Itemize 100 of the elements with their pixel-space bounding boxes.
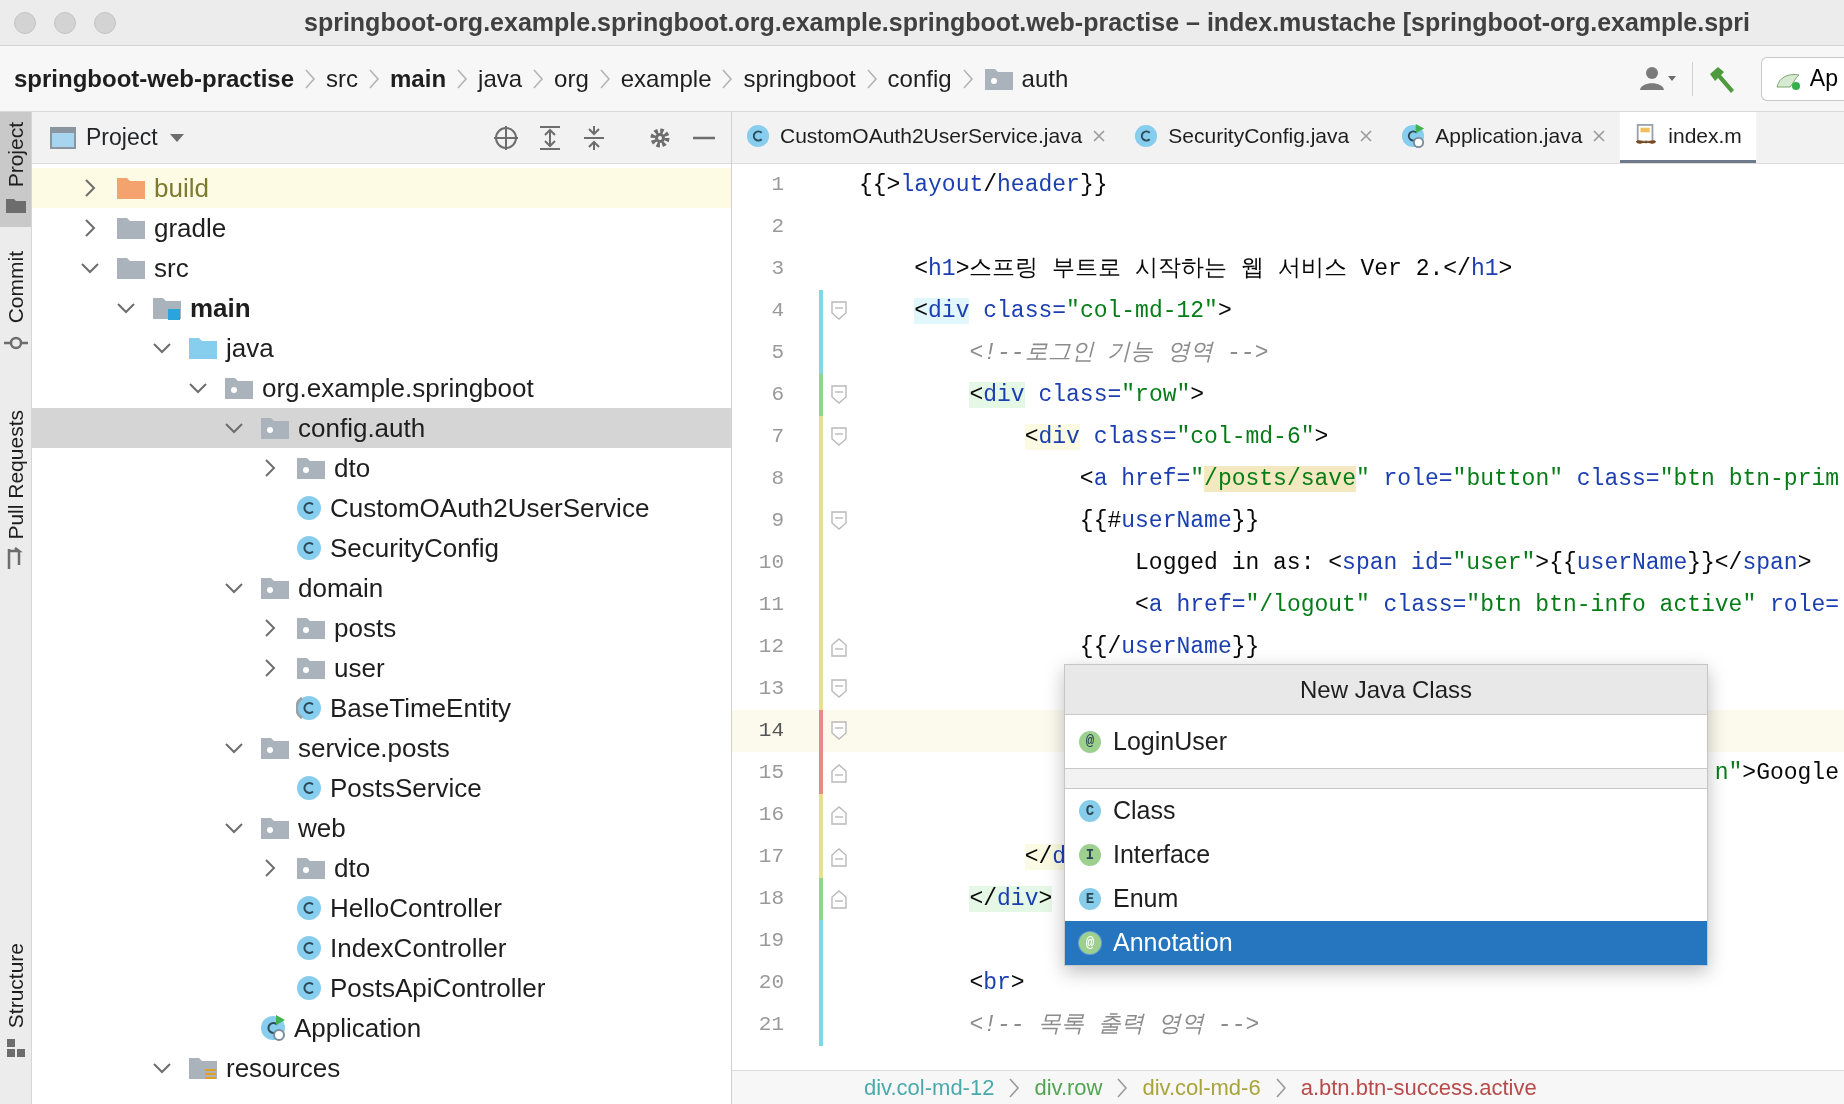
code-line: {{>layout/header}} [859, 170, 1108, 200]
class-icon [1134, 124, 1159, 148]
chevron-icon [598, 67, 611, 90]
popup-option[interactable]: I Interface [1065, 833, 1707, 877]
folder-icon [116, 255, 146, 281]
tree-item[interactable]: SecurityConfig [32, 528, 731, 568]
window-icon [50, 126, 76, 149]
tool-window-tab[interactable]: Structure [0, 932, 31, 1068]
chevron-icon [961, 67, 974, 90]
breadcrumb-item[interactable]: example [620, 60, 712, 97]
editor-tab[interactable]: CustomOAuth2UserService.java [732, 112, 1121, 163]
tree-item[interactable]: dto [32, 848, 731, 888]
kind-icon: @ [1079, 932, 1101, 954]
chevron-icon [368, 67, 381, 90]
tree-item[interactable]: PostsApiController [32, 968, 731, 1008]
run-config-button[interactable]: Ap [1760, 56, 1844, 101]
chevron-icon [865, 67, 878, 90]
folder-icon [188, 1055, 218, 1081]
line-number: 19 [757, 928, 784, 955]
editor-tab[interactable]: index.m [1620, 112, 1756, 163]
line-number: 7 [770, 424, 784, 451]
close-icon[interactable] [1092, 129, 1107, 143]
tree-item[interactable]: resources [32, 1048, 731, 1088]
breadcrumb-item[interactable]: auth [1021, 60, 1069, 97]
line-number: 11 [757, 592, 784, 619]
package-icon [260, 415, 290, 441]
tree-item[interactable]: CustomOAuth2UserService [32, 488, 731, 528]
breadcrumb-item[interactable]: java [478, 60, 523, 97]
code-line: <h1>스프링 부트로 시작하는 웹 서비스 Ver 2.</h1> [914, 254, 1513, 284]
code-line: {{/userName}} [1079, 632, 1260, 662]
expand-all-icon[interactable] [537, 124, 563, 151]
path-item[interactable]: a.btn.btn-success.active [1300, 1071, 1537, 1104]
class-name-input[interactable]: LoginUser [1113, 722, 1693, 761]
code-line: Logged in as: <span id="user">{{userName}}</span> [1135, 548, 1812, 578]
line-number: 9 [770, 508, 784, 535]
chevron-icon [1116, 1076, 1129, 1099]
tree-item[interactable]: HelloController [32, 888, 731, 928]
tree-item[interactable]: BaseTimeEntity [32, 688, 731, 728]
line-number: 17 [757, 844, 784, 871]
line-number: 18 [757, 886, 784, 913]
package-icon [296, 855, 326, 881]
tool-window-tab[interactable]: Commit [0, 241, 31, 364]
code-line: {{#userName}} [1079, 506, 1260, 536]
chevron-icon [304, 67, 317, 90]
locate-icon[interactable] [493, 124, 519, 151]
folder-icon [116, 215, 146, 241]
tree-item[interactable]: IndexController [32, 928, 731, 968]
view-selector[interactable]: Project [50, 120, 186, 155]
chevron-icon [721, 67, 734, 90]
code-line: <a href="/posts/save" role="button" class="btn btn-prim [1079, 464, 1840, 494]
chevron-icon [532, 67, 545, 90]
editor-tab[interactable]: Application.java [1387, 112, 1621, 163]
popup-option[interactable]: E Enum [1065, 877, 1707, 921]
close-icon[interactable] [1592, 129, 1607, 143]
tree-item[interactable]: config.auth [32, 408, 731, 448]
breadcrumb-item[interactable]: springboot-web-practise [14, 60, 295, 97]
tree-item[interactable]: main [32, 288, 731, 328]
package-icon [224, 375, 254, 401]
line-number: 10 [757, 550, 784, 577]
tree-item[interactable]: dto [32, 448, 731, 488]
tree-item[interactable]: gradle [32, 208, 731, 248]
line-number: 15 [757, 760, 784, 787]
line-number: 4 [770, 298, 784, 325]
editor-tab[interactable]: SecurityConfig.java [1120, 112, 1388, 163]
popup-option[interactable]: @ Annotation [1065, 921, 1707, 965]
tree-item[interactable]: Application [32, 1008, 731, 1048]
tree-item[interactable]: java [32, 328, 731, 368]
tree-item[interactable]: org.example.springboot [32, 368, 731, 408]
breadcrumb-item[interactable]: org [554, 60, 589, 97]
annotation-icon: @ [1079, 730, 1101, 753]
tree-item[interactable]: posts [32, 608, 731, 648]
tree-item[interactable]: build [32, 168, 731, 208]
breadcrumb-item[interactable]: src [326, 60, 359, 97]
tool-window-tab[interactable]: Project [0, 112, 31, 228]
package-icon [260, 815, 290, 841]
breadcrumb-item[interactable]: config [887, 60, 952, 97]
close-icon[interactable] [1359, 129, 1374, 143]
popup-option[interactable]: C Class [1065, 789, 1707, 833]
code-line: <div class="row"> [969, 380, 1205, 410]
tree-item[interactable]: domain [32, 568, 731, 608]
line-number: 1 [770, 172, 784, 199]
breadcrumb-item[interactable]: main [390, 60, 447, 97]
line-number: 8 [770, 466, 784, 493]
tree-item[interactable]: src [32, 248, 731, 288]
code-line: <br> [969, 968, 1025, 998]
folder-icon [116, 175, 146, 201]
line-number: 2 [770, 214, 784, 241]
collapse-all-icon[interactable] [581, 124, 607, 151]
class-icon [296, 535, 322, 561]
tree-item[interactable]: PostsService [32, 768, 731, 808]
chevron-icon [1274, 1076, 1287, 1099]
line-number: 5 [770, 340, 784, 367]
class-icon [746, 124, 770, 148]
code-line: <!-- 목록 출력 영역 --> [969, 1010, 1260, 1040]
breadcrumb-item[interactable]: springboot [743, 60, 856, 97]
tree-item[interactable]: user [32, 648, 731, 688]
package-icon [296, 615, 326, 641]
tree-item[interactable]: web [32, 808, 731, 848]
tree-item[interactable]: service.posts [32, 728, 731, 768]
tool-window-tab[interactable]: Pull Requests [0, 399, 31, 580]
